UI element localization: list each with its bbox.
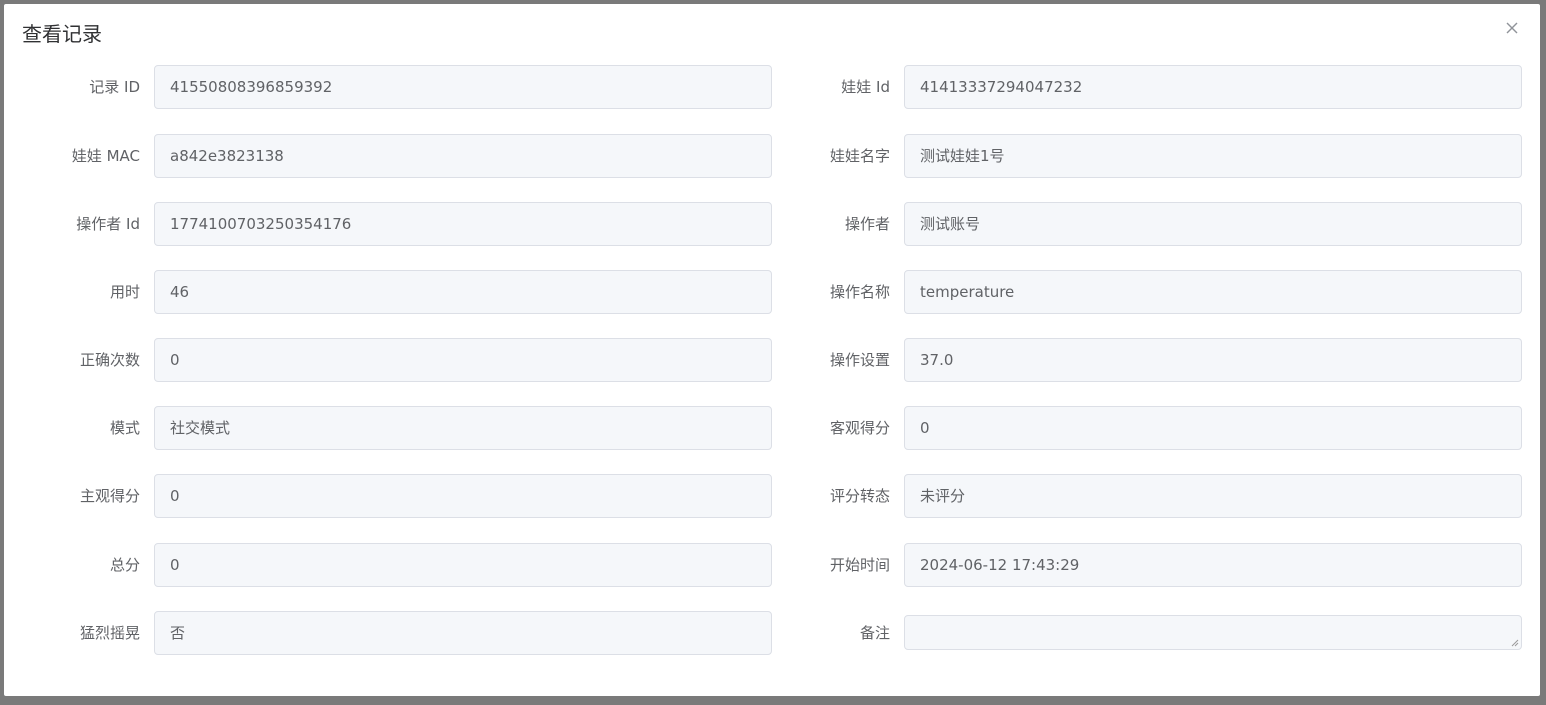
rating-status-label: 评分转态 xyxy=(829,487,890,505)
form-row: 操作者 Id 1774100703250354176 操作者 测试账号 xyxy=(4,202,1540,246)
close-icon xyxy=(1506,22,1518,34)
correct-count-label: 正确次数 xyxy=(79,351,140,369)
subjective-score-label: 主观得分 xyxy=(79,487,140,505)
record-id-label: 记录 ID xyxy=(89,78,140,96)
dialog-title: 查看记录 xyxy=(22,22,102,46)
operator-id-field[interactable]: 1774100703250354176 xyxy=(154,202,772,246)
form-row: 主观得分 0 评分转态 未评分 xyxy=(4,474,1540,518)
form-row: 猛烈摇晃 否 备注 xyxy=(4,611,1540,655)
close-button[interactable] xyxy=(1502,18,1522,38)
form-row: 正确次数 0 操作设置 37.0 xyxy=(4,338,1540,382)
total-score-label: 总分 xyxy=(109,556,140,574)
doll-name-label: 娃娃名字 xyxy=(829,147,890,165)
rating-status-field[interactable]: 未评分 xyxy=(904,474,1522,518)
doll-name-field[interactable]: 测试娃娃1号 xyxy=(904,134,1522,178)
form-row: 娃娃 MAC a842e3823138 娃娃名字 测试娃娃1号 xyxy=(4,134,1540,178)
objective-score-field[interactable]: 0 xyxy=(904,406,1522,450)
form-row: 总分 0 开始时间 2024-06-12 17:43:29 xyxy=(4,543,1540,587)
operation-setting-field[interactable]: 37.0 xyxy=(904,338,1522,382)
operator-id-label: 操作者 Id xyxy=(76,215,140,233)
form-row: 用时 46 操作名称 temperature xyxy=(4,270,1540,314)
view-record-dialog: 查看记录 记录 ID 41550808396859392 娃娃 Id 41413… xyxy=(4,4,1540,696)
record-id-field[interactable]: 41550808396859392 xyxy=(154,65,772,109)
doll-mac-field[interactable]: a842e3823138 xyxy=(154,134,772,178)
violent-shake-label: 猛烈摇晃 xyxy=(79,624,140,642)
operation-setting-label: 操作设置 xyxy=(829,351,890,369)
objective-score-label: 客观得分 xyxy=(829,419,890,437)
mode-field[interactable]: 社交模式 xyxy=(154,406,772,450)
form-row: 模式 社交模式 客观得分 0 xyxy=(4,406,1540,450)
doll-id-field[interactable]: 41413337294047232 xyxy=(904,65,1522,109)
operation-name-field[interactable]: temperature xyxy=(904,270,1522,314)
operator-label: 操作者 xyxy=(844,215,890,233)
start-time-field[interactable]: 2024-06-12 17:43:29 xyxy=(904,543,1522,587)
operation-name-label: 操作名称 xyxy=(829,283,890,301)
form-row: 记录 ID 41550808396859392 娃娃 Id 4141333729… xyxy=(4,65,1540,109)
duration-label: 用时 xyxy=(109,283,140,301)
remarks-textarea[interactable] xyxy=(904,615,1522,650)
start-time-label: 开始时间 xyxy=(829,556,890,574)
duration-field[interactable]: 46 xyxy=(154,270,772,314)
doll-id-label: 娃娃 Id xyxy=(841,78,890,96)
correct-count-field[interactable]: 0 xyxy=(154,338,772,382)
remarks-label: 备注 xyxy=(859,624,890,642)
subjective-score-field[interactable]: 0 xyxy=(154,474,772,518)
doll-mac-label: 娃娃 MAC xyxy=(71,147,140,165)
mode-label: 模式 xyxy=(109,419,140,437)
total-score-field[interactable]: 0 xyxy=(154,543,772,587)
resize-handle-icon[interactable] xyxy=(1511,639,1519,647)
operator-field[interactable]: 测试账号 xyxy=(904,202,1522,246)
violent-shake-field[interactable]: 否 xyxy=(154,611,772,655)
